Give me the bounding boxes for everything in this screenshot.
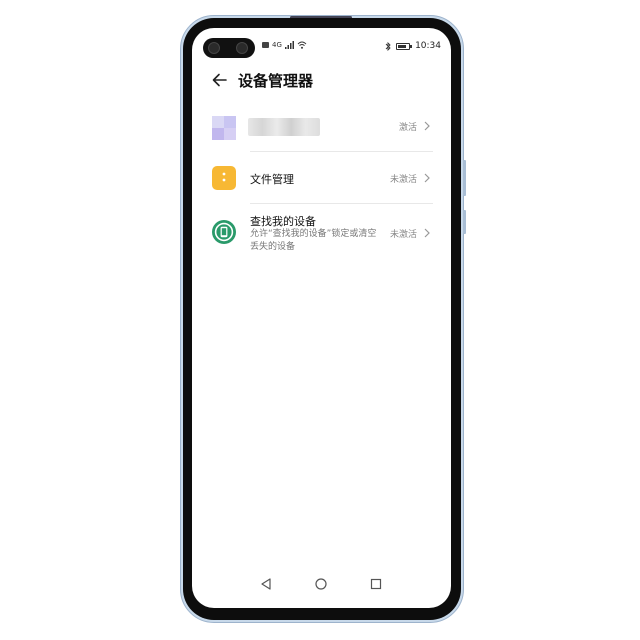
page-header: 设备管理器 — [192, 66, 451, 96]
nav-recents-icon[interactable] — [370, 578, 382, 590]
folder-icon — [212, 166, 236, 190]
status-time: 10:34 — [415, 41, 441, 51]
camera-lens-icon — [236, 42, 248, 54]
front-camera-cutout — [203, 38, 255, 58]
back-arrow-icon[interactable] — [210, 70, 230, 90]
list-item-status: 未激活 — [389, 230, 417, 240]
blurred-app-icon — [212, 116, 236, 140]
status-bar: 4G 10:34 — [192, 28, 451, 58]
nav-home-icon[interactable] — [315, 578, 327, 590]
chevron-right-icon — [424, 121, 430, 131]
page-title: 设备管理器 — [238, 72, 314, 90]
battery-icon — [396, 42, 413, 50]
list-item-title: 查找我的设备 — [250, 215, 316, 228]
signal-icon — [284, 41, 294, 49]
wifi-icon — [297, 41, 307, 49]
list-item-find-my-device[interactable]: 查找我的设备 允许“查找我的设备”锁定或清空丢失的设备 未激活 — [192, 204, 451, 264]
status-right: 10:34 — [385, 41, 441, 51]
network-label: 4G — [272, 41, 282, 49]
volume-button — [463, 160, 466, 196]
sim-icon — [262, 42, 269, 48]
list-item-subtitle: 允许“查找我的设备”锁定或清空丢失的设备 — [250, 229, 377, 252]
power-button — [463, 210, 466, 234]
nav-back-icon[interactable] — [260, 578, 272, 590]
status-indicators: 4G — [262, 41, 307, 49]
screen: 4G 10:34 设备管理器 激活 文件管理 未激活 查找我的设备 允许“查找我… — [192, 28, 451, 608]
find-device-icon — [212, 220, 236, 244]
blurred-app-name — [248, 118, 320, 136]
device-admin-list: 激活 文件管理 未激活 查找我的设备 允许“查找我的设备”锁定或清空丢失的设备 … — [192, 110, 451, 264]
camera-lens-icon — [208, 42, 220, 54]
chevron-right-icon — [424, 228, 430, 238]
list-item-title: 文件管理 — [250, 173, 294, 186]
system-nav-bar — [192, 574, 451, 598]
list-item-status: 未激活 — [389, 175, 417, 185]
list-item-blurred-app[interactable]: 激活 — [192, 110, 451, 152]
list-item-status: 激活 — [398, 123, 417, 133]
list-item-file-manager[interactable]: 文件管理 未激活 — [192, 152, 451, 204]
chevron-right-icon — [424, 173, 430, 183]
bluetooth-icon — [385, 41, 391, 51]
